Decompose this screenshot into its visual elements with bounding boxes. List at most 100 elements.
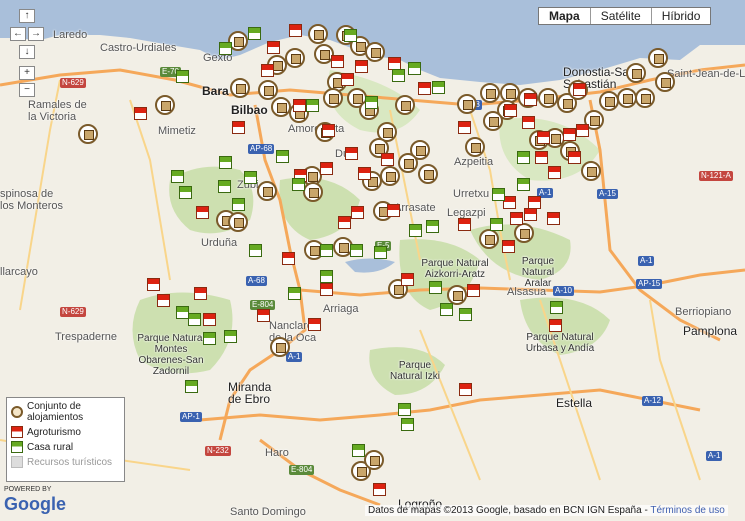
casa-rural-marker[interactable] bbox=[320, 244, 333, 257]
cluster-marker[interactable] bbox=[626, 63, 646, 83]
legend-recursos[interactable]: Recursos turísticos bbox=[11, 456, 120, 468]
casa-rural-marker[interactable] bbox=[409, 224, 422, 237]
agroturismo-marker[interactable] bbox=[573, 83, 586, 96]
casa-rural-marker[interactable] bbox=[249, 244, 262, 257]
map-type-satellite-button[interactable]: Satélite bbox=[589, 8, 651, 24]
agroturismo-marker[interactable] bbox=[535, 151, 548, 164]
agroturismo-marker[interactable] bbox=[322, 124, 335, 137]
casa-rural-marker[interactable] bbox=[248, 27, 261, 40]
agroturismo-marker[interactable] bbox=[467, 284, 480, 297]
agroturismo-marker[interactable] bbox=[568, 151, 581, 164]
agroturismo-marker[interactable] bbox=[355, 60, 368, 73]
casa-rural-marker[interactable] bbox=[232, 198, 245, 211]
cluster-marker[interactable] bbox=[617, 88, 637, 108]
cluster-marker[interactable] bbox=[308, 24, 328, 44]
casa-rural-marker[interactable] bbox=[517, 178, 530, 191]
casa-rural-marker[interactable] bbox=[288, 287, 301, 300]
agroturismo-marker[interactable] bbox=[373, 483, 386, 496]
casa-rural-marker[interactable] bbox=[426, 220, 439, 233]
casa-rural-marker[interactable] bbox=[219, 42, 232, 55]
agroturismo-marker[interactable] bbox=[381, 153, 394, 166]
casa-rural-marker[interactable] bbox=[459, 308, 472, 321]
cluster-marker[interactable] bbox=[655, 72, 675, 92]
casa-rural-marker[interactable] bbox=[429, 281, 442, 294]
casa-rural-marker[interactable] bbox=[365, 96, 378, 109]
casa-rural-marker[interactable] bbox=[350, 244, 363, 257]
agroturismo-marker[interactable] bbox=[522, 116, 535, 129]
agroturismo-marker[interactable] bbox=[458, 121, 471, 134]
agroturismo-marker[interactable] bbox=[458, 218, 471, 231]
agroturismo-marker[interactable] bbox=[401, 273, 414, 286]
agroturismo-marker[interactable] bbox=[257, 309, 270, 322]
agroturismo-marker[interactable] bbox=[338, 216, 351, 229]
agroturismo-marker[interactable] bbox=[293, 99, 306, 112]
casa-rural-marker[interactable] bbox=[306, 99, 319, 112]
cluster-marker[interactable] bbox=[285, 48, 305, 68]
agroturismo-marker[interactable] bbox=[387, 204, 400, 217]
casa-rural-marker[interactable] bbox=[490, 218, 503, 231]
agroturismo-marker[interactable] bbox=[459, 383, 472, 396]
cluster-marker[interactable] bbox=[380, 166, 400, 186]
agroturismo-marker[interactable] bbox=[147, 278, 160, 291]
casa-rural-marker[interactable] bbox=[219, 156, 232, 169]
casa-rural-marker[interactable] bbox=[401, 418, 414, 431]
casa-rural-marker[interactable] bbox=[320, 270, 333, 283]
agroturismo-marker[interactable] bbox=[194, 287, 207, 300]
agroturismo-marker[interactable] bbox=[358, 167, 371, 180]
cluster-marker[interactable] bbox=[78, 124, 98, 144]
cluster-marker[interactable] bbox=[155, 95, 175, 115]
agroturismo-marker[interactable] bbox=[308, 318, 321, 331]
cluster-marker[interactable] bbox=[303, 182, 323, 202]
agroturismo-marker[interactable] bbox=[157, 294, 170, 307]
agroturismo-marker[interactable] bbox=[351, 206, 364, 219]
agroturismo-marker[interactable] bbox=[261, 64, 274, 77]
google-logo[interactable]: Google bbox=[4, 494, 66, 515]
casa-rural-marker[interactable] bbox=[432, 81, 445, 94]
casa-rural-marker[interactable] bbox=[171, 170, 184, 183]
agroturismo-marker[interactable] bbox=[502, 240, 515, 253]
agroturismo-marker[interactable] bbox=[418, 82, 431, 95]
agroturismo-marker[interactable] bbox=[537, 131, 550, 144]
agroturismo-marker[interactable] bbox=[289, 24, 302, 37]
agroturismo-marker[interactable] bbox=[563, 128, 576, 141]
casa-rural-marker[interactable] bbox=[408, 62, 421, 75]
cluster-marker[interactable] bbox=[418, 164, 438, 184]
cluster-marker[interactable] bbox=[257, 181, 277, 201]
cluster-marker[interactable] bbox=[514, 223, 534, 243]
cluster-marker[interactable] bbox=[271, 97, 291, 117]
cluster-marker[interactable] bbox=[270, 337, 290, 357]
casa-rural-marker[interactable] bbox=[188, 313, 201, 326]
casa-rural-marker[interactable] bbox=[550, 301, 563, 314]
cluster-marker[interactable] bbox=[364, 450, 384, 470]
casa-rural-marker[interactable] bbox=[224, 330, 237, 343]
cluster-marker[interactable] bbox=[395, 95, 415, 115]
agroturismo-marker[interactable] bbox=[341, 73, 354, 86]
cluster-marker[interactable] bbox=[479, 229, 499, 249]
casa-rural-marker[interactable] bbox=[517, 151, 530, 164]
map-type-map-button[interactable]: Mapa bbox=[539, 8, 590, 24]
casa-rural-marker[interactable] bbox=[276, 150, 289, 163]
cluster-marker[interactable] bbox=[365, 42, 385, 62]
agroturismo-marker[interactable] bbox=[203, 313, 216, 326]
cluster-marker[interactable] bbox=[457, 94, 477, 114]
casa-rural-marker[interactable] bbox=[440, 303, 453, 316]
pan-up-button[interactable]: ↑ bbox=[19, 9, 35, 23]
casa-rural-marker[interactable] bbox=[179, 186, 192, 199]
casa-rural-marker[interactable] bbox=[374, 246, 387, 259]
cluster-marker[interactable] bbox=[228, 212, 248, 232]
agroturismo-marker[interactable] bbox=[510, 212, 523, 225]
cluster-marker[interactable] bbox=[480, 83, 500, 103]
cluster-marker[interactable] bbox=[258, 80, 278, 100]
agroturismo-marker[interactable] bbox=[504, 104, 517, 117]
agroturismo-marker[interactable] bbox=[267, 41, 280, 54]
cluster-marker[interactable] bbox=[648, 48, 668, 68]
pan-down-button[interactable]: ↓ bbox=[19, 45, 35, 59]
casa-rural-marker[interactable] bbox=[344, 29, 357, 42]
zoom-in-button[interactable]: + bbox=[19, 66, 35, 80]
casa-rural-marker[interactable] bbox=[392, 69, 405, 82]
cluster-marker[interactable] bbox=[447, 285, 467, 305]
pan-left-button[interactable]: ← bbox=[10, 27, 26, 41]
casa-rural-marker[interactable] bbox=[218, 180, 231, 193]
cluster-marker[interactable] bbox=[230, 78, 250, 98]
casa-rural-marker[interactable] bbox=[292, 178, 305, 191]
